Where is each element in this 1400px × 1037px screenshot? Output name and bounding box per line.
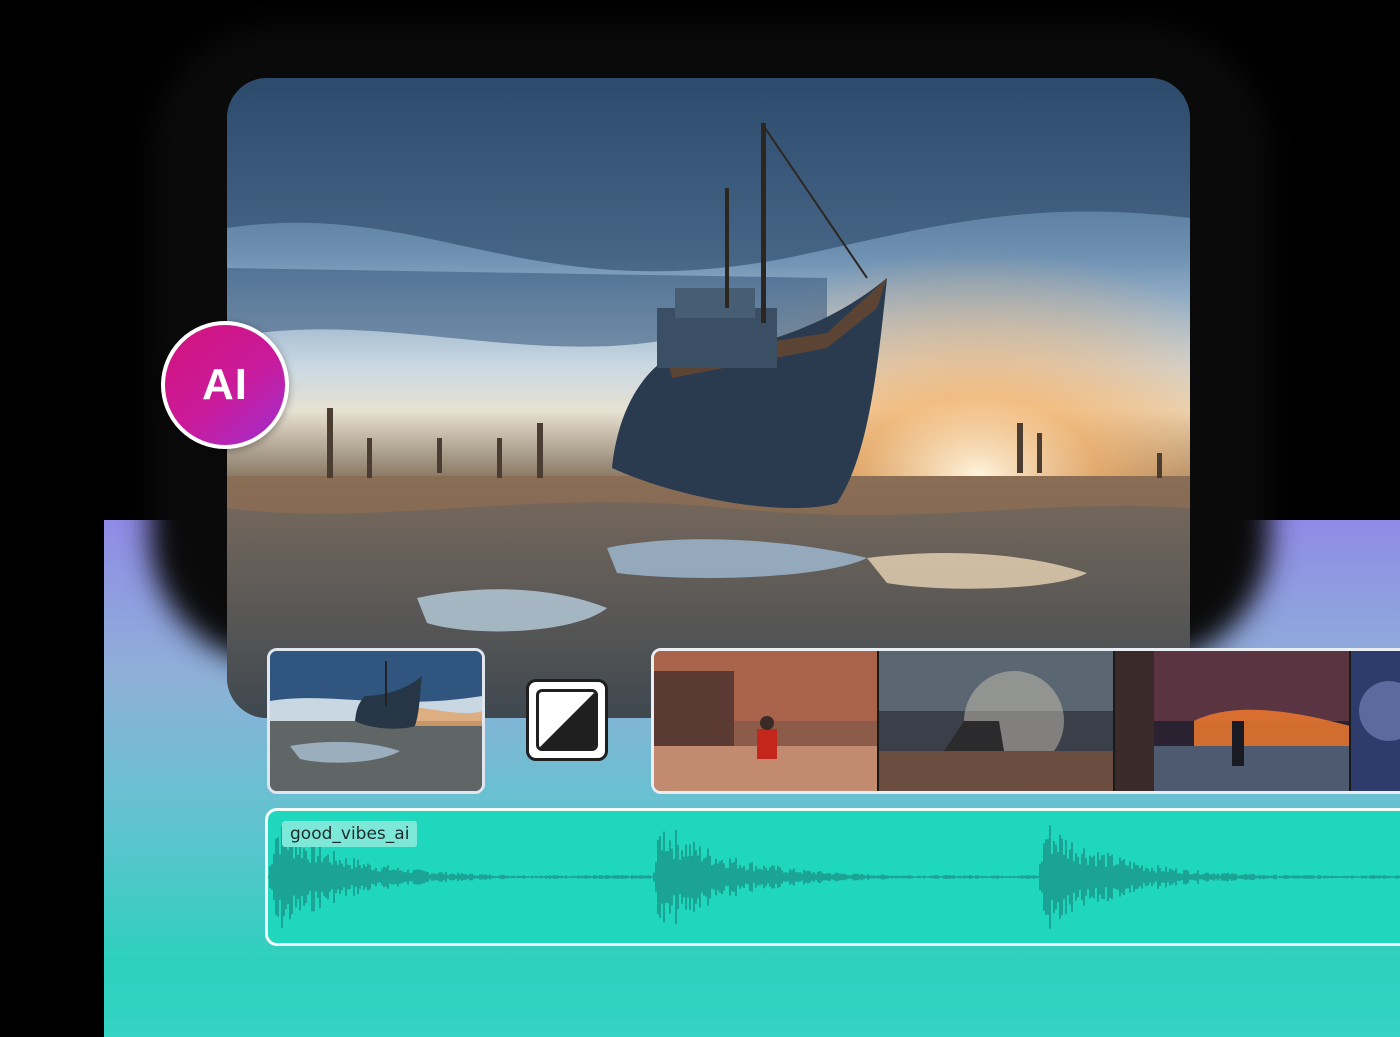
ai-badge-label: AI	[202, 360, 248, 409]
ai-badge: AI	[161, 321, 289, 449]
transition-button[interactable]	[526, 679, 608, 761]
waveform-path	[268, 825, 1400, 929]
shipwreck-image	[227, 78, 1190, 718]
audio-track[interactable]: good_vibes_ai	[265, 808, 1400, 946]
audio-track-name: good_vibes_ai	[282, 821, 418, 847]
clip-thumbnails-strip	[654, 651, 1400, 791]
transition-icon	[536, 689, 598, 751]
video-preview[interactable]	[227, 78, 1190, 718]
timeline-clip-sequence[interactable]	[651, 648, 1400, 794]
audio-waveform	[268, 825, 1400, 929]
timeline-clip-shipwreck[interactable]	[267, 648, 485, 794]
clip-thumbnail	[270, 651, 482, 791]
